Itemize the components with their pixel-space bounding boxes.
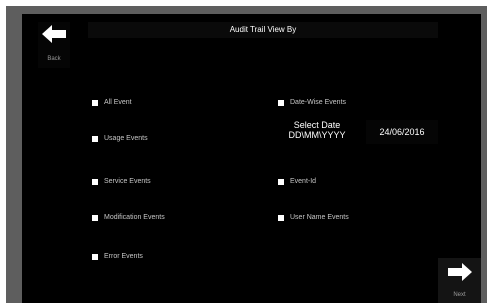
- checkbox[interactable]: [92, 214, 98, 221]
- checkbox[interactable]: [278, 178, 284, 185]
- checkbox[interactable]: [278, 99, 284, 106]
- option-label: Service Events: [104, 178, 151, 185]
- arrow-right-icon: [448, 263, 472, 281]
- option-label: Error Events: [104, 253, 143, 260]
- checkbox[interactable]: [92, 253, 98, 260]
- checkbox[interactable]: [278, 214, 284, 221]
- option-service-events[interactable]: Service Events: [92, 178, 151, 185]
- option-date-wise-events[interactable]: Date-Wise Events: [278, 99, 346, 106]
- screen: [22, 14, 481, 303]
- checkbox[interactable]: [92, 178, 98, 185]
- option-all-event[interactable]: All Event: [92, 99, 132, 106]
- checkbox[interactable]: [92, 99, 98, 106]
- date-field[interactable]: 24/06/2016: [366, 120, 438, 144]
- back-label: Back: [47, 56, 61, 62]
- option-modification-events[interactable]: Modification Events: [92, 214, 165, 221]
- select-date-label: Select Date DD\MM\YYYY: [280, 120, 354, 140]
- next-button[interactable]: Next: [438, 258, 481, 303]
- next-label: Next: [453, 292, 466, 298]
- date-format-hint: DD\MM\YYYY: [288, 130, 346, 140]
- page-title: Audit Trail View By: [88, 22, 438, 38]
- option-label: Modification Events: [104, 214, 165, 221]
- checkbox[interactable]: [92, 135, 98, 142]
- option-label: Event-Id: [290, 178, 317, 185]
- option-usage-events[interactable]: Usage Events: [92, 135, 148, 142]
- option-label: All Event: [104, 99, 132, 106]
- option-event-id[interactable]: Event-Id: [278, 178, 316, 185]
- option-error-events[interactable]: Error Events: [92, 253, 143, 260]
- arrow-left-icon: [42, 25, 66, 43]
- option-label: User Name Events: [290, 214, 349, 221]
- option-label: Date-Wise Events: [290, 99, 347, 106]
- option-user-name-events[interactable]: User Name Events: [278, 214, 349, 221]
- back-button[interactable]: Back: [38, 22, 70, 68]
- select-date-title: Select Date: [293, 120, 341, 130]
- option-label: Usage Events: [104, 135, 148, 142]
